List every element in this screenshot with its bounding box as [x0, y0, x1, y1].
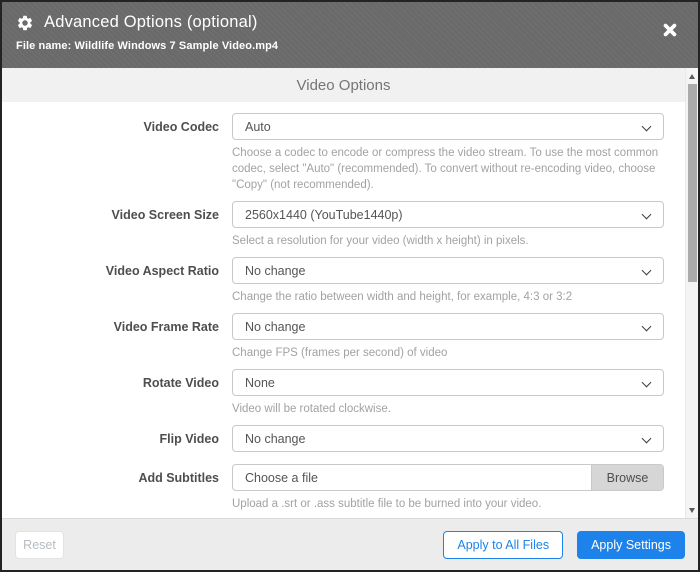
video-aspect-ratio-select[interactable]: No change — [232, 257, 664, 284]
apply-to-all-files-button[interactable]: Apply to All Files — [443, 531, 563, 559]
chevron-down-icon — [642, 378, 652, 388]
form-row-frame-rate: Video Frame Rate No change Change FPS (f… — [2, 313, 685, 361]
form-row-aspect-ratio: Video Aspect Ratio No change Change the … — [2, 257, 685, 305]
screen-size-label: Video Screen Size — [2, 201, 232, 249]
browse-button[interactable]: Browse — [591, 465, 663, 490]
aspect-ratio-help: Change the ratio between width and heigh… — [232, 289, 664, 305]
subtitle-file-input[interactable]: Choose a file Browse — [232, 464, 664, 491]
video-codec-select[interactable]: Auto — [232, 113, 664, 140]
frame-rate-help: Change FPS (frames per second) of video — [232, 345, 664, 361]
select-value: None — [245, 376, 275, 390]
scroll-down-button[interactable] — [686, 504, 698, 516]
form-row-video-codec: Video Codec Auto Choose a codec to encod… — [2, 113, 685, 193]
form-row-rotate: Rotate Video None Video will be rotated … — [2, 369, 685, 417]
scroll-up-button[interactable] — [686, 70, 698, 82]
triangle-down-icon — [689, 508, 695, 513]
add-subtitles-label: Add Subtitles — [2, 464, 232, 512]
video-options-form: Video Codec Auto Choose a codec to encod… — [2, 102, 685, 512]
triangle-up-icon — [689, 74, 695, 79]
frame-rate-label: Video Frame Rate — [2, 313, 232, 361]
select-value: No change — [245, 320, 305, 334]
select-value: No change — [245, 264, 305, 278]
flip-video-label: Flip Video — [2, 425, 232, 452]
form-row-flip: Flip Video No change — [2, 425, 685, 452]
file-name-label: File name: Wildlife Windows 7 Sample Vid… — [16, 40, 684, 52]
dialog-title: Advanced Options (optional) — [44, 13, 258, 32]
close-icon[interactable] — [660, 20, 680, 40]
chevron-down-icon — [642, 322, 652, 332]
flip-video-select[interactable]: No change — [232, 425, 664, 452]
video-codec-help: Choose a codec to encode or compress the… — [232, 145, 664, 193]
screen-size-help: Select a resolution for your video (widt… — [232, 233, 664, 249]
subtitles-help: Upload a .srt or .ass subtitle file to b… — [232, 496, 664, 512]
rotate-video-select[interactable]: None — [232, 369, 664, 396]
form-row-subtitles: Add Subtitles Choose a file Browse Uploa… — [2, 464, 685, 512]
gear-icon — [16, 14, 34, 32]
form-row-screen-size: Video Screen Size 2560x1440 (YouTube1440… — [2, 201, 685, 249]
scrollbar-thumb[interactable] — [688, 84, 697, 282]
dialog-footer: Reset Apply to All Files Apply Settings — [2, 518, 698, 570]
select-value: Auto — [245, 120, 271, 134]
rotate-video-label: Rotate Video — [2, 369, 232, 417]
reset-button[interactable]: Reset — [15, 531, 64, 559]
chevron-down-icon — [642, 266, 652, 276]
rotate-video-help: Video will be rotated clockwise. — [232, 401, 664, 417]
file-placeholder: Choose a file — [233, 465, 591, 490]
chevron-down-icon — [642, 434, 652, 444]
scrollbar[interactable] — [685, 68, 698, 518]
video-codec-label: Video Codec — [2, 113, 232, 193]
apply-settings-button[interactable]: Apply Settings — [577, 531, 685, 559]
video-screen-size-select[interactable]: 2560x1440 (YouTube1440p) — [232, 201, 664, 228]
chevron-down-icon — [642, 122, 652, 132]
chevron-down-icon — [642, 210, 652, 220]
section-title: Video Options — [2, 68, 685, 102]
video-frame-rate-select[interactable]: No change — [232, 313, 664, 340]
dialog-body: Video Options Video Codec Auto Choose a … — [2, 68, 698, 518]
dialog-header: Advanced Options (optional) File name: W… — [2, 2, 698, 68]
select-value: No change — [245, 432, 305, 446]
advanced-options-dialog: Advanced Options (optional) File name: W… — [0, 0, 700, 572]
aspect-ratio-label: Video Aspect Ratio — [2, 257, 232, 305]
select-value: 2560x1440 (YouTube1440p) — [245, 208, 403, 222]
